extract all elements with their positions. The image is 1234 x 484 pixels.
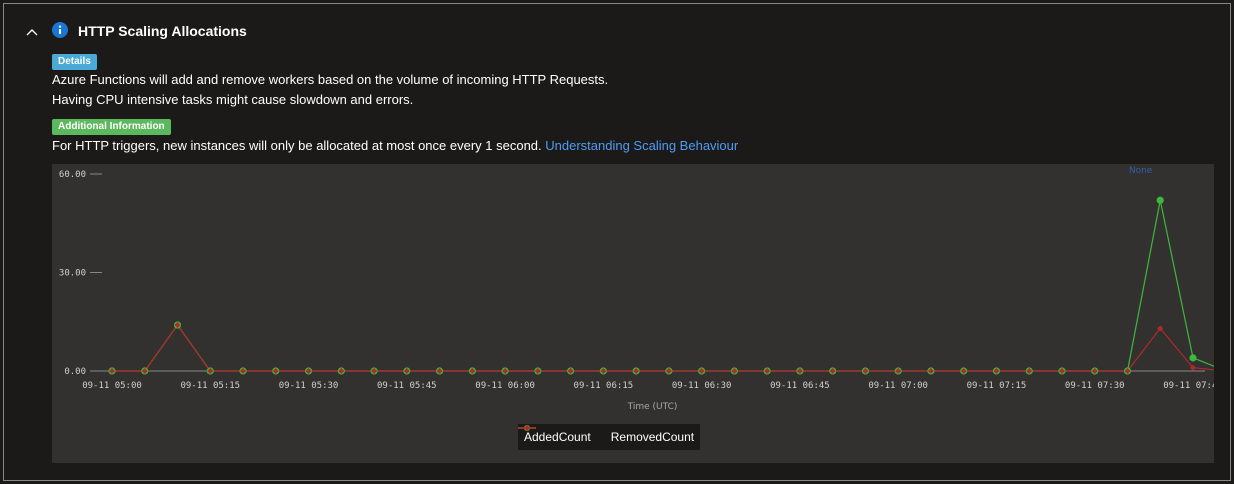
scaling-chart: 60.00 30.00 0.00 09-11 05:00 09-11 05:15 09-1… xyxy=(52,164,1214,463)
y-tick-label: 0.00 xyxy=(64,367,86,377)
legend-label-removed: RemovedCount xyxy=(610,430,695,444)
chart-legend: AddedCount RemovedCount xyxy=(518,424,701,450)
data-point-added xyxy=(1189,354,1197,362)
x-axis-label: Time (UTC) xyxy=(627,402,678,412)
x-tick-label: 09-11 07:45 xyxy=(1163,381,1214,391)
removed-series-marker-icon xyxy=(518,425,536,431)
legend-item-removed[interactable]: RemovedCount xyxy=(518,425,695,444)
x-tick-label: 09-11 05:30 xyxy=(279,381,339,391)
scaling-chart-svg: 60.00 30.00 0.00 09-11 05:00 09-11 05:15 09-1… xyxy=(59,166,1214,412)
chevron-up-icon[interactable] xyxy=(24,24,40,40)
x-tick-label: 09-11 06:15 xyxy=(574,381,634,391)
x-tick-label: 09-11 05:45 xyxy=(377,381,437,391)
details-badge: Details xyxy=(52,54,97,70)
x-tick-label: 09-11 06:00 xyxy=(475,381,535,391)
scaling-behaviour-link[interactable]: Understanding Scaling Behaviour xyxy=(545,138,738,153)
info-icon xyxy=(52,22,68,38)
x-tick-label: 09-11 05:00 xyxy=(82,381,142,391)
y-tick-label: 30.00 xyxy=(59,269,86,279)
x-tick-label: 09-11 06:30 xyxy=(672,381,732,391)
x-tick-label: 09-11 05:15 xyxy=(180,381,240,391)
series-line-removed xyxy=(112,323,1214,372)
additional-info-text: For HTTP triggers, new instances will on… xyxy=(52,138,738,154)
data-point-added xyxy=(1156,196,1164,204)
legend-label-added: AddedCount xyxy=(524,430,591,444)
x-tick-label: 09-11 07:15 xyxy=(967,381,1027,391)
details-line-1: Azure Functions will add and remove work… xyxy=(52,72,609,87)
legend-item-added[interactable]: AddedCount xyxy=(518,425,591,444)
additional-info-sentence: For HTTP triggers, new instances will on… xyxy=(52,138,546,153)
chart-annotation: None xyxy=(1129,166,1153,176)
x-tick-label: 09-11 06:45 xyxy=(770,381,830,391)
x-tick-label: 09-11 07:00 xyxy=(868,381,928,391)
details-line-2: Having CPU intensive tasks might cause s… xyxy=(52,92,414,107)
section-title: HTTP Scaling Allocations xyxy=(78,23,247,39)
x-tick-label: 09-11 07:30 xyxy=(1065,381,1125,391)
additional-info-badge: Additional Information xyxy=(52,119,171,135)
series-line-added xyxy=(112,200,1214,372)
y-tick-label: 60.00 xyxy=(59,170,86,180)
